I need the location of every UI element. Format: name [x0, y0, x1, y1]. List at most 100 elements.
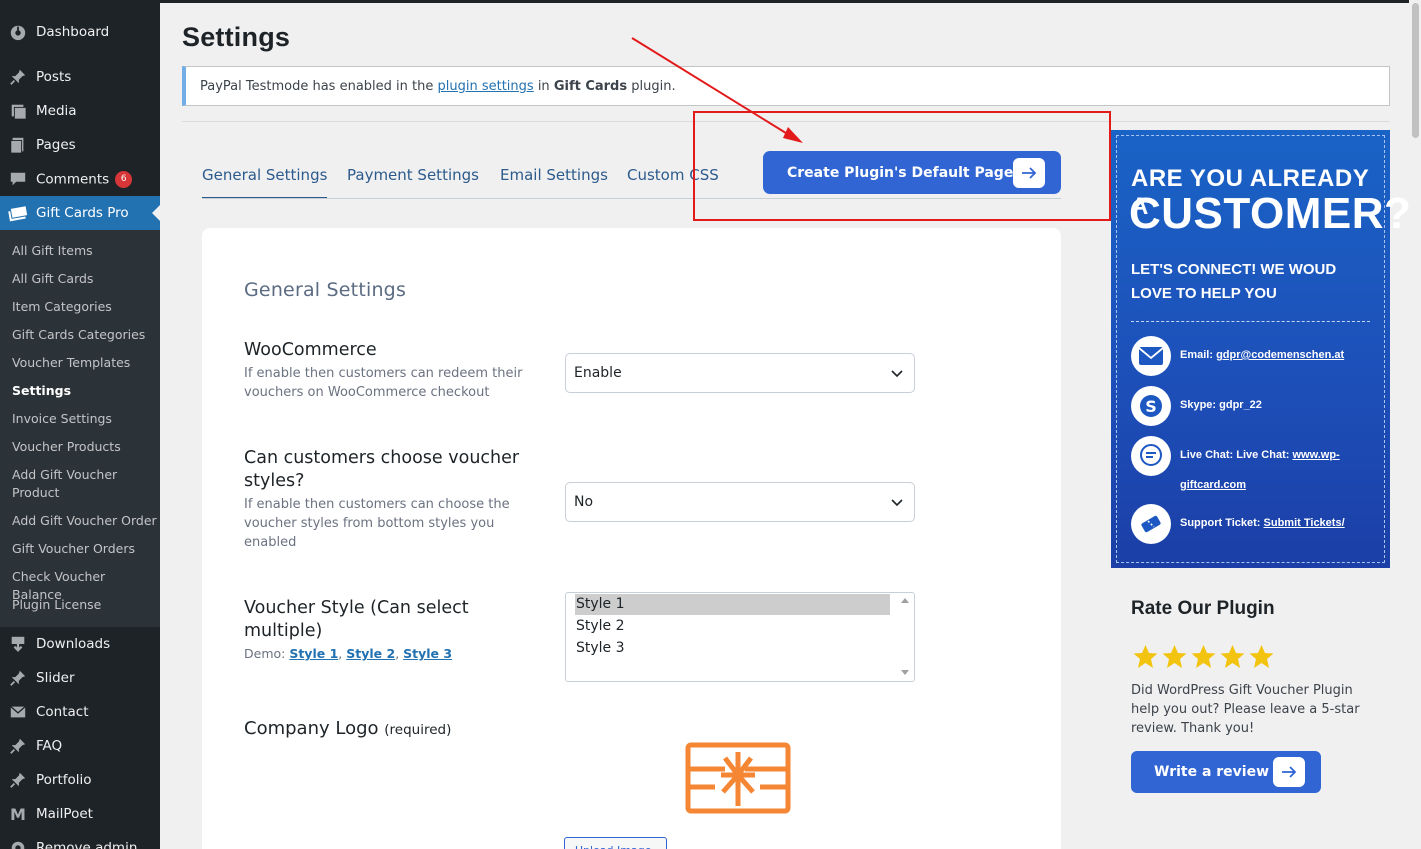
voucher-style-listbox[interactable]: Style 1 Style 2 Style 3 [565, 592, 915, 682]
submit-tickets-link[interactable]: Submit Tickets/ [1264, 517, 1345, 529]
media-icon [8, 101, 28, 121]
customer-promo-panel: ARE YOU ALREADY A CUSTOMER? LET'S CONNEC… [1111, 130, 1411, 568]
menu-dashboard[interactable]: Dashboard [0, 15, 160, 49]
gift-cards-submenu: All Gift Items All Gift Cards Item Categ… [0, 230, 160, 627]
menu-remove-admin[interactable]: Remove admin [0, 831, 160, 849]
menu-downloads[interactable]: Downloads [0, 627, 160, 661]
submenu-item-categories[interactable]: Item Categories [12, 298, 157, 316]
submenu-all-gift-cards[interactable]: All Gift Cards [12, 270, 157, 288]
menu-posts[interactable]: Posts [0, 60, 160, 94]
plugin-name: Gift Cards [553, 79, 628, 94]
option-style-3[interactable]: Style 3 [575, 638, 890, 659]
menu-contact[interactable]: Contact [0, 695, 160, 729]
tab-email-settings[interactable]: Email Settings [500, 166, 608, 199]
submenu-plugin-license[interactable]: Plugin License [12, 596, 157, 614]
star-icon [1191, 645, 1216, 668]
option-style-1[interactable]: Style 1 [575, 594, 890, 615]
menu-label: Pages [36, 137, 76, 153]
email-link[interactable]: gdpr@codemenschen.at [1216, 349, 1344, 361]
tab-general-settings[interactable]: General Settings [202, 166, 328, 199]
page-scrollbar-thumb[interactable] [1412, 3, 1419, 138]
pin-icon [8, 67, 28, 87]
menu-label: Contact [36, 704, 89, 720]
rate-description: Did WordPress Gift Voucher Plugin help y… [1131, 683, 1360, 736]
menu-label: Media [36, 103, 77, 119]
menu-media[interactable]: Media [0, 94, 160, 128]
star-icon [1249, 645, 1274, 668]
skype-icon: S [1131, 386, 1171, 426]
menu-comments[interactable]: Comments 6 [0, 162, 160, 196]
voucher-style-label: Voucher Style (Can select multiple) [244, 598, 469, 641]
rating-stars [1131, 644, 1276, 670]
write-review-button[interactable]: Write a review [1131, 751, 1321, 793]
submenu-settings[interactable]: Settings [12, 382, 157, 400]
woocommerce-select[interactable]: Enable [565, 353, 915, 393]
menu-label: Remove admin [36, 840, 138, 849]
submenu-all-gift-items[interactable]: All Gift Items [12, 242, 157, 260]
pin-icon [8, 736, 28, 756]
menu-label: Slider [36, 670, 75, 686]
comments-icon [8, 169, 28, 189]
demo-style-2-link[interactable]: Style 2 [346, 646, 395, 661]
email-icon [1131, 336, 1171, 376]
arrow-right-icon [1273, 757, 1305, 787]
menu-mailpoet[interactable]: M MailPoet [0, 797, 160, 831]
menu-label: FAQ [36, 738, 63, 754]
woocommerce-description: If enable then customers can redeem thei… [244, 366, 523, 400]
downloads-icon [8, 634, 28, 654]
submenu-add-gift-voucher-product[interactable]: Add Gift Voucher Product [12, 466, 122, 502]
submenu-invoice-settings[interactable]: Invoice Settings [12, 410, 157, 428]
section-title: General Settings [244, 279, 407, 301]
choose-styles-label: Can customers choose voucher styles? [244, 448, 520, 491]
annotation-highlight-box [693, 111, 1111, 221]
choose-styles-select[interactable]: No [565, 482, 915, 522]
mail-icon [8, 702, 28, 722]
submenu-voucher-templates[interactable]: Voucher Templates [12, 354, 157, 372]
gift-cards-icon [8, 203, 28, 223]
pin-icon [8, 668, 28, 688]
mailpoet-icon: M [10, 804, 26, 824]
ticket-icon [1131, 504, 1171, 544]
gift-card-logo-icon [685, 742, 791, 814]
menu-faq[interactable]: FAQ [0, 729, 160, 763]
menu-label: Dashboard [36, 24, 110, 40]
woocommerce-label: WooCommerce [244, 340, 377, 360]
submenu-gift-cards-categories[interactable]: Gift Cards Categories [12, 326, 157, 344]
tab-payment-settings[interactable]: Payment Settings [347, 166, 479, 199]
scroll-up-arrow[interactable] [901, 598, 909, 603]
voucher-style-demo: Demo: Style 1, Style 2, Style 3 [244, 646, 453, 661]
gear-icon [8, 838, 28, 849]
submenu-gift-voucher-orders[interactable]: Gift Voucher Orders [12, 540, 157, 558]
company-logo-label: Company Logo (required) [244, 718, 452, 739]
menu-gift-cards-pro[interactable]: Gift Cards Pro [0, 196, 160, 230]
demo-style-3-link[interactable]: Style 3 [403, 646, 452, 661]
promo-separator [1131, 321, 1370, 322]
svg-text:S: S [1145, 397, 1157, 416]
admin-sidebar: Dashboard Posts Media Pages Comments 6 Gi… [0, 0, 160, 849]
submenu-add-gift-voucher-order[interactable]: Add Gift Voucher Order [12, 512, 157, 530]
pin-icon [8, 770, 28, 790]
menu-label: Gift Cards Pro [36, 205, 129, 221]
plugin-settings-link[interactable]: plugin settings [438, 79, 534, 94]
rate-plugin-title: Rate Our Plugin [1131, 598, 1275, 619]
chevron-down-icon [891, 499, 903, 507]
menu-pages[interactable]: Pages [0, 128, 160, 162]
menu-portfolio[interactable]: Portfolio [0, 763, 160, 797]
upload-image-button[interactable]: Upload Image [564, 837, 667, 849]
scroll-down-arrow[interactable] [901, 670, 909, 675]
choose-styles-description: If enable then customers can choose the … [244, 497, 510, 550]
paypal-testmode-notice: PayPal Testmode has enabled in the plugi… [182, 66, 1390, 106]
option-style-2[interactable]: Style 2 [575, 616, 890, 637]
top-strip [0, 0, 1421, 3]
submenu-voucher-products[interactable]: Voucher Products [12, 438, 157, 456]
promo-subheading: LET'S CONNECT! WE WOUD LOVE TO HELP YOU [1131, 261, 1337, 302]
menu-label: MailPoet [36, 806, 93, 822]
dashboard-icon [8, 22, 28, 42]
menu-slider[interactable]: Slider [0, 661, 160, 695]
chevron-down-icon [891, 370, 903, 378]
promo-heading-line2: CUSTOMER? [1129, 189, 1412, 238]
menu-label: Downloads [36, 636, 111, 652]
menu-label: Posts [36, 69, 72, 85]
page-title: Settings [182, 22, 291, 52]
demo-style-1-link[interactable]: Style 1 [289, 646, 338, 661]
